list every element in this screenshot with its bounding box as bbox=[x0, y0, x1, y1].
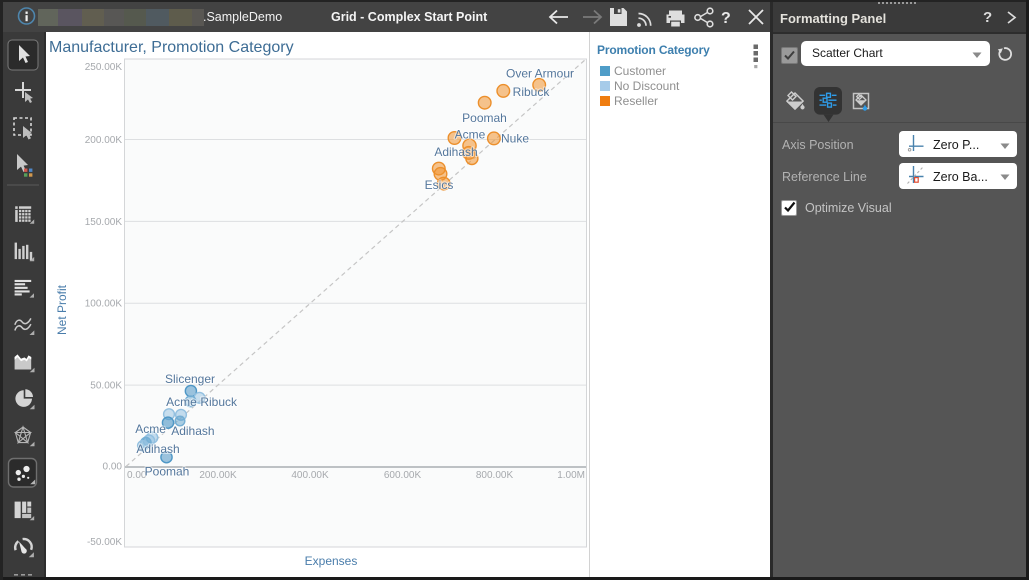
svg-text:Ribuck: Ribuck bbox=[513, 85, 551, 99]
svg-text:200.00K: 200.00K bbox=[85, 135, 123, 146]
svg-text:Acme: Acme bbox=[166, 395, 197, 409]
svg-text:1.00M: 1.00M bbox=[557, 470, 585, 481]
svg-text:Acme: Acme bbox=[455, 128, 486, 142]
svg-text:400.00K: 400.00K bbox=[291, 470, 329, 481]
svg-text:Adihash: Adihash bbox=[434, 145, 477, 159]
svg-text:0.00: 0.00 bbox=[103, 462, 123, 473]
svg-text:-50.00K: -50.00K bbox=[87, 537, 122, 548]
svg-text:800.00K: 800.00K bbox=[476, 470, 514, 481]
svg-text:200.00K: 200.00K bbox=[199, 470, 237, 481]
svg-text:100.00K: 100.00K bbox=[85, 299, 123, 310]
svg-text:Reseller: Reseller bbox=[614, 94, 658, 108]
svg-text:?: ? bbox=[721, 10, 731, 27]
svg-text:Slicenger: Slicenger bbox=[165, 372, 215, 386]
svg-text:Adihash: Adihash bbox=[171, 424, 214, 438]
svg-text:Manufacturer, Promotion Catego: Manufacturer, Promotion Category bbox=[49, 39, 294, 56]
svg-text:Over Armour: Over Armour bbox=[506, 67, 574, 81]
svg-text:Poomah: Poomah bbox=[462, 111, 507, 125]
svg-text:Expenses: Expenses bbox=[305, 554, 358, 568]
svg-text:Poomah: Poomah bbox=[145, 465, 190, 479]
svg-text:250.00K: 250.00K bbox=[85, 62, 123, 73]
svg-text:Nuke: Nuke bbox=[501, 132, 529, 146]
svg-text:Customer: Customer bbox=[614, 64, 666, 78]
svg-text:50.00K: 50.00K bbox=[90, 381, 122, 392]
svg-text:Acme: Acme bbox=[135, 422, 166, 436]
svg-text:Net Profit: Net Profit bbox=[55, 284, 69, 335]
svg-text:Esics: Esics bbox=[425, 178, 454, 192]
svg-text:600.00K: 600.00K bbox=[384, 470, 422, 481]
svg-text:No Discount: No Discount bbox=[614, 79, 680, 93]
svg-text:150.00K: 150.00K bbox=[85, 217, 123, 228]
svg-text:Ribuck: Ribuck bbox=[200, 395, 238, 409]
svg-text:Promotion Category: Promotion Category bbox=[597, 43, 710, 57]
svg-text:Adihash: Adihash bbox=[136, 442, 179, 456]
